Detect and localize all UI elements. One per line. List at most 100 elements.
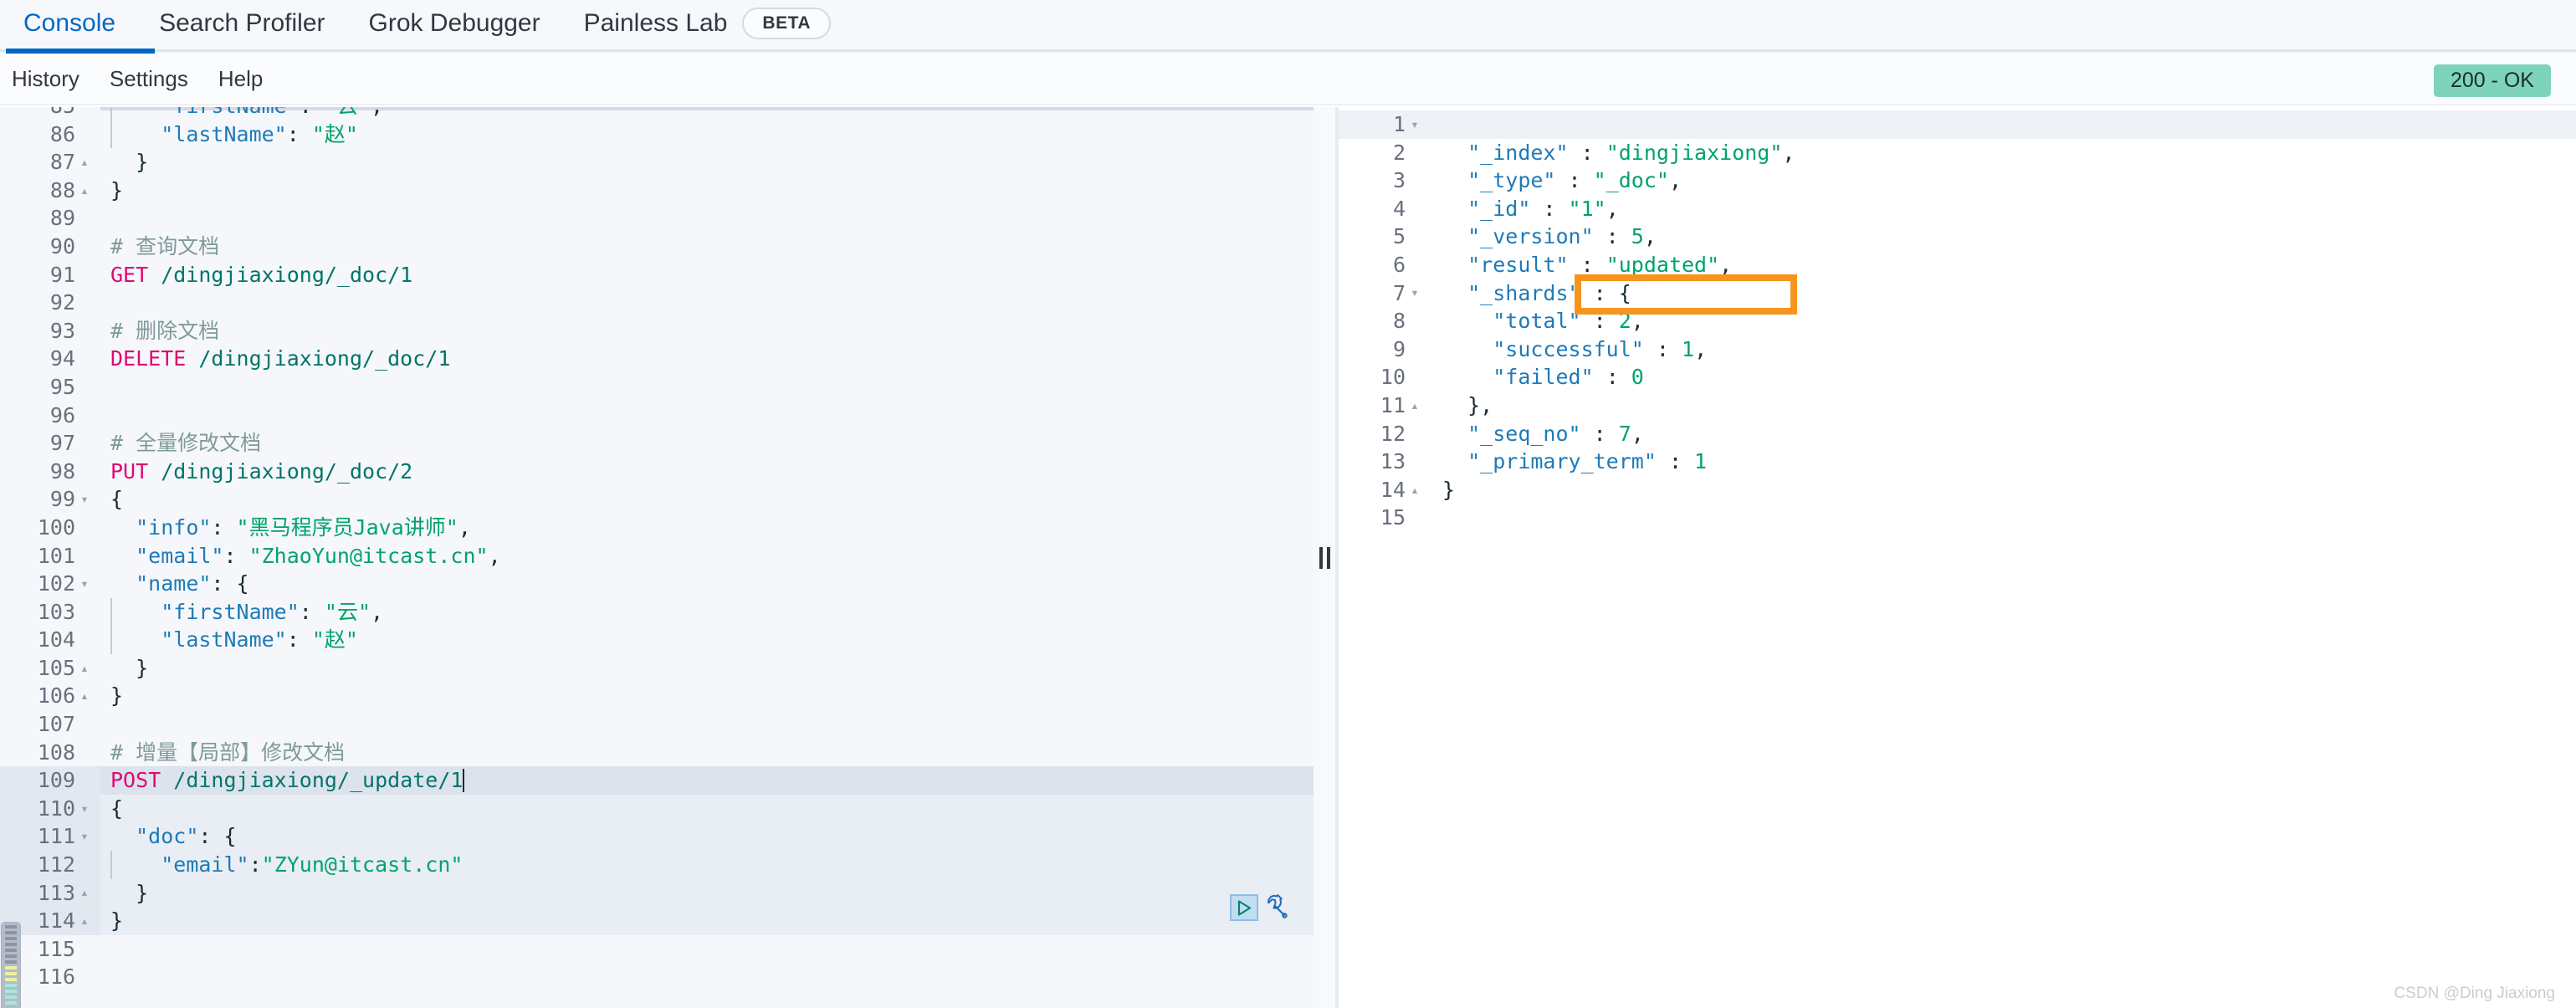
line-number-gutter[interactable]: 12 bbox=[1339, 419, 1431, 448]
fold-collapse-icon[interactable]: ▾ bbox=[75, 576, 94, 591]
code-line[interactable]: 100 "info": "黑马程序员Java讲师", bbox=[0, 513, 1314, 542]
wrench-icon[interactable] bbox=[1263, 894, 1290, 921]
code-text[interactable]: "name": { bbox=[100, 570, 1314, 598]
line-number-gutter[interactable]: 3 bbox=[1339, 166, 1431, 195]
code-line[interactable]: 110 ▾ { bbox=[0, 794, 1314, 823]
code-line[interactable]: 98 PUT /dingjiaxiong/_doc/2 bbox=[0, 457, 1314, 486]
code-line[interactable]: 107 bbox=[0, 710, 1314, 739]
response-pane[interactable]: 1▾{2 "_index" : "dingjiaxiong",3 "_type"… bbox=[1339, 107, 2576, 1008]
code-line[interactable]: 9 "successful" : 1, bbox=[1339, 335, 2576, 364]
code-line[interactable]: 113 ▴ } bbox=[0, 878, 1314, 908]
code-text[interactable]: "lastName": "赵" bbox=[100, 626, 1314, 654]
code-text[interactable]: "total" : 2, bbox=[1349, 307, 2576, 335]
fold-collapse-icon[interactable]: ▾ bbox=[75, 493, 94, 506]
code-line[interactable]: 2 "_index" : "dingjiaxiong", bbox=[1339, 138, 2576, 167]
code-text[interactable]: "email":"ZYun@itcast.cn" bbox=[100, 851, 1314, 879]
code-line[interactable]: 3 "_type" : "_doc", bbox=[1339, 166, 2576, 195]
fold-expand-icon[interactable]: ▴ bbox=[75, 886, 94, 899]
line-number-gutter[interactable]: 103 bbox=[0, 597, 100, 627]
tab-painless-lab[interactable]: Painless Lab bbox=[584, 0, 728, 47]
code-line[interactable]: 85 "firstName": "云", bbox=[0, 107, 1314, 120]
sub-nav-help[interactable]: Help bbox=[218, 66, 263, 92]
code-line[interactable]: 6 "result" : "updated", bbox=[1339, 250, 2576, 279]
tab-grok-debugger[interactable]: Grok Debugger bbox=[369, 0, 540, 47]
line-number-gutter[interactable]: 2 bbox=[1339, 138, 1431, 167]
line-number-gutter[interactable]: 13 bbox=[1339, 448, 1431, 476]
line-number-gutter[interactable]: 110 ▾ bbox=[0, 794, 100, 823]
panel-resize-handle[interactable] bbox=[1314, 107, 1335, 1008]
code-text[interactable]: "_index" : "dingjiaxiong", bbox=[1431, 139, 2576, 167]
line-number-gutter[interactable]: 100 bbox=[0, 513, 100, 542]
code-text[interactable]: } bbox=[100, 682, 1314, 710]
line-number-gutter[interactable]: 112 bbox=[0, 851, 100, 879]
tab-console[interactable]: Console bbox=[23, 0, 115, 47]
code-text[interactable]: { bbox=[100, 485, 1314, 514]
code-text[interactable]: "_shards" : { bbox=[1431, 279, 2576, 308]
tab-search-profiler[interactable]: Search Profiler bbox=[159, 0, 325, 47]
fold-expand-icon[interactable]: ▴ bbox=[1406, 398, 1424, 412]
code-text[interactable]: # 全量修改文档 bbox=[100, 429, 1314, 458]
code-line[interactable]: 97 # 全量修改文档 bbox=[0, 429, 1314, 458]
line-number-gutter[interactable]: 101 bbox=[0, 541, 100, 571]
code-line[interactable]: 103 "firstName": "云", bbox=[0, 597, 1314, 627]
play-icon[interactable] bbox=[1230, 894, 1258, 921]
code-text[interactable]: "_type" : "_doc", bbox=[1431, 166, 2576, 195]
code-line[interactable]: 112 "email":"ZYun@itcast.cn" bbox=[0, 851, 1314, 879]
code-line[interactable]: 8 "total" : 2, bbox=[1339, 307, 2576, 335]
line-number-gutter[interactable]: 7 ▾ bbox=[1339, 279, 1431, 308]
line-number-gutter[interactable]: 10 bbox=[1339, 363, 1431, 391]
sub-nav-settings[interactable]: Settings bbox=[110, 66, 188, 92]
code-text[interactable]: # 查询文档 bbox=[100, 233, 1314, 261]
line-number-gutter[interactable]: 9 bbox=[1339, 335, 1431, 364]
line-number-gutter[interactable]: 98 bbox=[0, 457, 100, 486]
code-line[interactable]: 102 ▾ "name": { bbox=[0, 570, 1314, 598]
line-number-gutter[interactable]: 92 bbox=[0, 289, 100, 317]
code-line[interactable]: 7 ▾ "_shards" : { bbox=[1339, 279, 2576, 308]
code-text[interactable]: "_primary_term" : 1 bbox=[1431, 448, 2576, 476]
code-text[interactable]: # 删除文档 bbox=[100, 317, 1314, 345]
line-number-gutter[interactable]: 5 bbox=[1339, 223, 1431, 251]
line-number-gutter[interactable]: 88 ▴ bbox=[0, 176, 100, 205]
code-text[interactable]: "result" : "updated", bbox=[1431, 251, 2576, 279]
code-line[interactable]: 116 bbox=[0, 963, 1314, 991]
line-number-gutter[interactable]: 96 bbox=[0, 401, 100, 430]
code-line[interactable]: 11 ▴ }, bbox=[1339, 391, 2576, 420]
code-line[interactable]: 5 "_version" : 5, bbox=[1339, 223, 2576, 251]
line-number-gutter[interactable]: 97 bbox=[0, 429, 100, 458]
line-number-gutter[interactable]: 106 ▴ bbox=[0, 682, 100, 711]
code-line[interactable]: 14 ▴} bbox=[1339, 475, 2576, 504]
code-text[interactable]: "_id" : "1", bbox=[1431, 195, 2576, 223]
sub-nav-history[interactable]: History bbox=[12, 66, 79, 92]
code-text[interactable]: "info": "黑马程序员Java讲师", bbox=[100, 514, 1314, 542]
fold-expand-icon[interactable]: ▴ bbox=[75, 183, 94, 197]
code-line[interactable]: 108 # 增量【局部】修改文档 bbox=[0, 738, 1314, 767]
code-line[interactable]: 106 ▴} bbox=[0, 682, 1314, 711]
line-number-gutter[interactable]: 104 bbox=[0, 626, 100, 654]
code-line[interactable]: 86 "lastName": "赵" bbox=[0, 120, 1314, 149]
code-line[interactable]: 10 "failed" : 0 bbox=[1339, 363, 2576, 391]
code-text[interactable]: "doc": { bbox=[100, 822, 1314, 851]
code-line[interactable]: 87 ▴ } bbox=[0, 148, 1314, 177]
code-line[interactable]: 90 # 查询文档 bbox=[0, 232, 1314, 261]
code-text[interactable]: DELETE /dingjiaxiong/_doc/1 bbox=[100, 345, 1314, 373]
code-line[interactable]: 99 ▾ { bbox=[0, 485, 1314, 514]
line-number-gutter[interactable]: 11 ▴ bbox=[1339, 391, 1431, 420]
code-line[interactable]: 12 "_seq_no" : 7, bbox=[1339, 419, 2576, 448]
code-line[interactable]: 101 "email": "ZhaoYun@itcast.cn", bbox=[0, 541, 1314, 571]
fold-collapse-icon[interactable]: ▾ bbox=[75, 801, 94, 816]
code-line[interactable]: 95 bbox=[0, 372, 1314, 402]
line-number-gutter[interactable]: 90 bbox=[0, 232, 100, 261]
code-text[interactable]: "firstName": "云", bbox=[100, 107, 1314, 120]
code-text[interactable]: } bbox=[100, 177, 1314, 205]
line-number-gutter[interactable]: 4 bbox=[1339, 194, 1431, 223]
fold-expand-icon[interactable]: ▴ bbox=[75, 155, 94, 169]
code-line[interactable]: 4 "_id" : "1", bbox=[1339, 194, 2576, 223]
code-line[interactable]: 89 bbox=[0, 204, 1314, 233]
code-line[interactable]: 109 POST /dingjiaxiong/_update/1 bbox=[0, 766, 1314, 795]
code-line[interactable]: 114 ▴} bbox=[0, 907, 1314, 935]
code-line[interactable]: 13 "_primary_term" : 1 bbox=[1339, 448, 2576, 476]
code-text[interactable]: }, bbox=[1431, 391, 2576, 420]
code-line[interactable]: 15 bbox=[1339, 504, 2576, 532]
line-number-gutter[interactable]: 6 bbox=[1339, 250, 1431, 279]
code-line[interactable]: 93 # 删除文档 bbox=[0, 316, 1314, 345]
